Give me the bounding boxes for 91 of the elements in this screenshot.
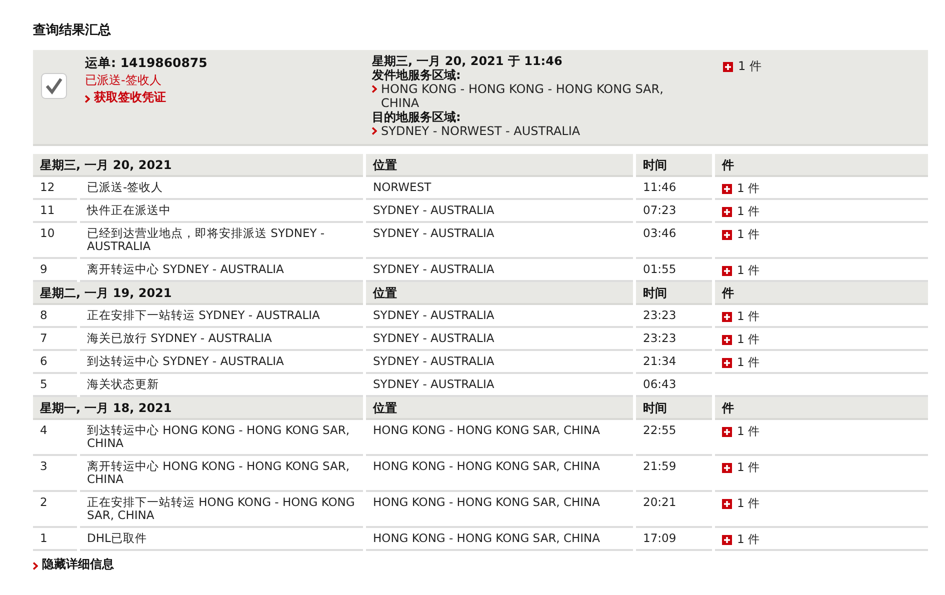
table-cell: 10	[33, 223, 77, 259]
piece-count: 1 件	[737, 497, 760, 510]
table-cell: 4	[33, 420, 77, 456]
table-cell: 已派送-签收人	[80, 177, 363, 200]
destination-label: 目的地服务区域:	[372, 110, 462, 124]
column-header: 位置	[366, 282, 633, 305]
piece-count: 1 件	[737, 356, 760, 369]
piece-count: 1 件	[737, 461, 760, 474]
table-cell: 21:34	[636, 351, 712, 374]
plus-icon[interactable]	[722, 230, 732, 240]
date-header: 星期一, 一月 18, 2021	[33, 397, 363, 420]
date-header: 星期二, 一月 19, 2021	[33, 282, 363, 305]
table-cell: 到达转运中心 HONG KONG - HONG KONG SAR, CHINA	[80, 420, 363, 456]
table-cell: SYDNEY - AUSTRALIA	[366, 200, 633, 223]
table-cell: 23:23	[636, 305, 712, 328]
table-cell: 到达转运中心 SYDNEY - AUSTRALIA	[80, 351, 363, 374]
table-cell: 正在安排下一站转运 SYDNEY - AUSTRALIA	[80, 305, 363, 328]
plus-icon[interactable]	[722, 462, 732, 472]
table-cell: DHL已取件	[80, 528, 363, 551]
table-cell: 快件正在派送中	[80, 200, 363, 223]
table-cell: HONG KONG - HONG KONG SAR, CHINA	[366, 528, 633, 551]
origin-label: 发件地服务区域:	[372, 68, 462, 82]
table-cell: SYDNEY - AUSTRALIA	[366, 328, 633, 351]
table-cell: SYDNEY - AUSTRALIA	[366, 223, 633, 259]
column-header: 位置	[366, 154, 633, 177]
column-header: 位置	[366, 397, 633, 420]
proof-link[interactable]: 获取签收凭证	[94, 89, 166, 106]
table-cell: HONG KONG - HONG KONG SAR, CHINA	[366, 420, 633, 456]
table-cell: HONG KONG - HONG KONG SAR, CHINA	[366, 456, 633, 492]
plus-icon[interactable]	[722, 312, 732, 322]
waybill-number: 运单: 1419860875	[85, 54, 208, 72]
column-header: 时间	[636, 282, 712, 305]
column-header: 时间	[636, 154, 712, 177]
table-cell: 21:59	[636, 456, 712, 492]
hide-details-link[interactable]: 隐藏详细信息	[42, 557, 114, 571]
table-cell: 已经到达营业地点，即将安排派送 SYDNEY - AUSTRALIA	[80, 223, 363, 259]
table-cell: 20:21	[636, 492, 712, 528]
table-cell: 离开转运中心 HONG KONG - HONG KONG SAR, CHINA	[80, 456, 363, 492]
piece-count: 1 件	[737, 205, 760, 218]
delivery-status: 已派送-签收人	[85, 72, 162, 89]
checkmark-icon	[41, 73, 67, 99]
table-cell: 2	[33, 492, 77, 528]
table-cell: HONG KONG - HONG KONG SAR, CHINA	[366, 492, 633, 528]
piece-count: 1 件	[737, 310, 760, 323]
table-cell: NORWEST	[366, 177, 633, 200]
table-cell: 11:46	[636, 177, 712, 200]
plus-icon[interactable]	[723, 62, 733, 72]
date-header: 星期三, 一月 20, 2021	[33, 154, 363, 177]
chevron-icon	[372, 127, 377, 135]
piece-count: 1 件	[737, 533, 760, 546]
table-cell: 7	[33, 328, 77, 351]
delivery-date: 星期三, 一月 20, 2021 于 11:46	[372, 54, 564, 68]
column-header: 件	[715, 397, 928, 420]
plus-icon[interactable]	[722, 534, 732, 544]
column-header: 件	[715, 154, 928, 177]
piece-count: 1 件	[737, 264, 760, 277]
table-cell: 1	[33, 528, 77, 551]
table-cell: 22:55	[636, 420, 712, 456]
piece-count: 1 件	[737, 425, 760, 438]
plus-icon[interactable]	[722, 498, 732, 508]
table-cell: 正在安排下一站转运 HONG KONG - HONG KONG SAR, CHINA	[80, 492, 363, 528]
plus-icon[interactable]	[722, 266, 732, 276]
piece-count: 1 件	[737, 228, 760, 241]
table-cell: 11	[33, 200, 77, 223]
chevron-icon	[85, 95, 90, 103]
plus-icon[interactable]	[722, 206, 732, 216]
column-header: 时间	[636, 397, 712, 420]
plus-icon[interactable]	[722, 358, 732, 368]
piece-count: 1 件	[738, 58, 762, 75]
table-cell: 17:09	[636, 528, 712, 551]
column-header: 件	[715, 282, 928, 305]
plus-icon[interactable]	[722, 426, 732, 436]
table-cell: 海关已放行 SYDNEY - AUSTRALIA	[80, 328, 363, 351]
origin-area: HONG KONG - HONG KONG - HONG KONG SAR, CHINA	[381, 82, 681, 110]
table-cell: 3	[33, 456, 77, 492]
table-cell: 6	[33, 351, 77, 374]
table-cell: 07:23	[636, 200, 712, 223]
destination-area: SYDNEY - NORWEST - AUSTRALIA	[381, 124, 580, 138]
plus-icon[interactable]	[722, 184, 732, 194]
table-cell: 03:46	[636, 223, 712, 259]
table-cell: 23:23	[636, 328, 712, 351]
plus-icon[interactable]	[722, 334, 732, 344]
table-cell: 8	[33, 305, 77, 328]
table-cell: 12	[33, 177, 77, 200]
table-cell: SYDNEY - AUSTRALIA	[366, 305, 633, 328]
chevron-icon	[372, 85, 377, 93]
piece-count: 1 件	[737, 182, 760, 195]
piece-count: 1 件	[737, 333, 760, 346]
chevron-icon	[33, 562, 38, 570]
page-title: 查询结果汇总	[33, 22, 112, 40]
table-cell: SYDNEY - AUSTRALIA	[366, 351, 633, 374]
